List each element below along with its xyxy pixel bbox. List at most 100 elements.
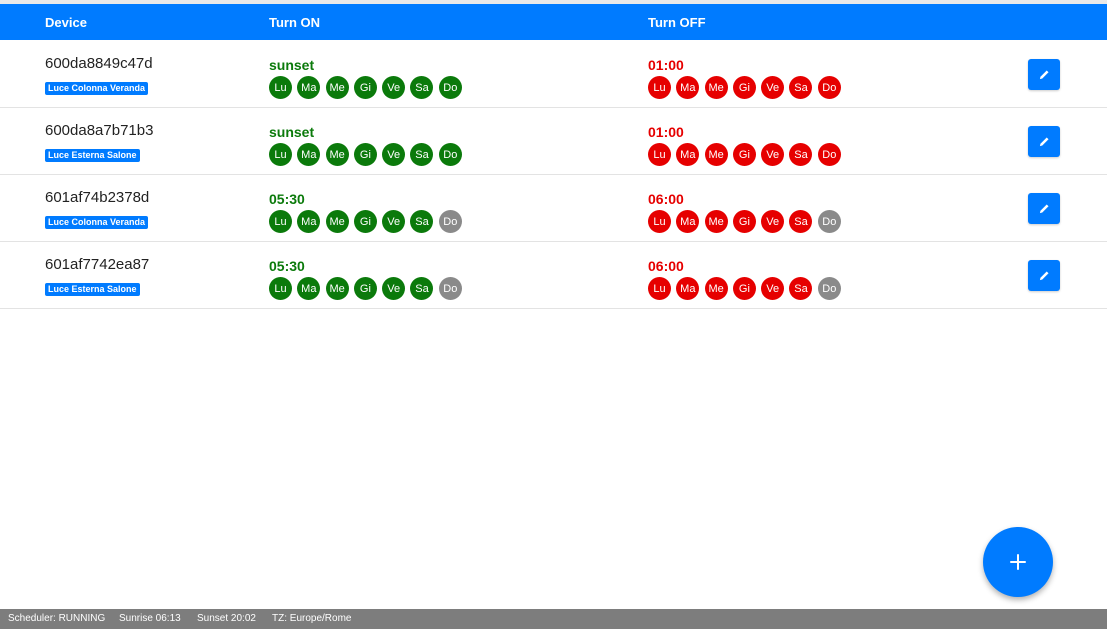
day-indicator: Ma — [676, 76, 700, 99]
turn-off-days: Lu Ma Me Gi Ve Sa Do — [648, 277, 846, 300]
day-indicator: Lu — [648, 277, 671, 300]
add-schedule-button[interactable] — [983, 527, 1053, 597]
day-indicator: Sa — [410, 143, 434, 166]
device-label-badge: Luce Esterna Salone — [45, 149, 140, 162]
turn-on-days: Lu Ma Me Gi Ve Sa Do — [269, 76, 467, 99]
turn-on-time: sunset — [269, 57, 315, 73]
table-header: Device Turn ON Turn OFF — [0, 4, 1107, 40]
day-indicator: Sa — [789, 277, 813, 300]
pencil-icon — [1039, 70, 1049, 80]
day-indicator: Lu — [269, 277, 292, 300]
day-indicator: Gi — [732, 277, 756, 300]
day-indicator: Lu — [269, 76, 292, 99]
edit-button[interactable] — [1028, 126, 1060, 157]
day-indicator: Ma — [676, 210, 700, 233]
day-indicator: Sa — [789, 76, 813, 99]
turn-on-days: Lu Ma Me Gi Ve Sa Do — [269, 277, 467, 300]
day-indicator: Ve — [382, 76, 406, 99]
turn-on-time: 05:30 — [269, 258, 305, 274]
device-label-badge: Luce Esterna Salone — [45, 283, 140, 296]
device-label-badge: Luce Colonna Veranda — [45, 216, 149, 229]
day-indicator: Ve — [382, 277, 406, 300]
header-turn-off: Turn OFF — [648, 15, 706, 30]
day-indicator: Sa — [410, 76, 434, 99]
day-indicator: Do — [438, 76, 462, 99]
day-indicator: Lu — [269, 143, 292, 166]
device-id: 601af7742ea87 — [45, 256, 150, 273]
day-indicator: Me — [704, 277, 728, 300]
day-indicator: Do — [438, 143, 462, 166]
table-row: 601af74b2378d Luce Colonna Veranda 05:30 Lu… — [0, 175, 1107, 242]
day-indicator: Ma — [297, 143, 321, 166]
day-indicator: Gi — [732, 143, 756, 166]
device-label-badge: Luce Colonna Veranda — [45, 82, 149, 95]
edit-button[interactable] — [1028, 193, 1060, 224]
day-indicator: Ve — [761, 143, 785, 166]
day-indicator: Gi — [353, 277, 377, 300]
device-id: 600da8a7b71b3 — [45, 122, 154, 139]
edit-button[interactable] — [1028, 260, 1060, 291]
day-indicator: Gi — [353, 76, 377, 99]
day-indicator: Me — [704, 143, 728, 166]
day-indicator: Sa — [410, 277, 434, 300]
day-indicator: Sa — [789, 143, 813, 166]
day-indicator: Ma — [676, 143, 700, 166]
pencil-icon — [1039, 137, 1049, 147]
turn-off-time: 01:00 — [648, 57, 684, 73]
day-indicator: Ma — [297, 76, 321, 99]
device-id: 600da8849c47d — [45, 55, 153, 72]
pencil-icon — [1039, 204, 1049, 214]
day-indicator: Me — [704, 210, 728, 233]
day-indicator: Do — [817, 210, 841, 233]
sunrise-time: Sunrise 06:13 — [119, 613, 181, 624]
day-indicator: Do — [438, 210, 462, 233]
sunset-time: Sunset 20:02 — [197, 613, 256, 624]
day-indicator: Ma — [297, 210, 321, 233]
turn-on-time: 05:30 — [269, 191, 305, 207]
day-indicator: Ve — [382, 210, 406, 233]
day-indicator: Ma — [297, 277, 321, 300]
scheduler-status: Scheduler: RUNNING — [8, 613, 106, 624]
device-id: 601af74b2378d — [45, 189, 150, 206]
turn-off-days: Lu Ma Me Gi Ve Sa Do — [648, 143, 846, 166]
day-indicator: Ve — [761, 277, 785, 300]
turn-off-time: 01:00 — [648, 124, 684, 140]
day-indicator: Ve — [761, 210, 785, 233]
day-indicator: Me — [704, 76, 728, 99]
pencil-icon — [1039, 271, 1049, 281]
turn-on-days: Lu Ma Me Gi Ve Sa Do — [269, 143, 467, 166]
day-indicator: Do — [817, 76, 841, 99]
day-indicator: Do — [438, 277, 462, 300]
day-indicator: Lu — [648, 143, 671, 166]
day-indicator: Me — [325, 277, 349, 300]
header-device: Device — [45, 15, 87, 30]
day-indicator: Gi — [353, 210, 377, 233]
table-row: 601af7742ea87 Luce Esterna Salone 05:30 Lu M… — [0, 242, 1107, 309]
day-indicator: Me — [325, 76, 349, 99]
day-indicator: Lu — [269, 210, 292, 233]
turn-off-days: Lu Ma Me Gi Ve Sa Do — [648, 210, 846, 233]
plus-icon — [1010, 554, 1026, 570]
day-indicator: Sa — [410, 210, 434, 233]
turn-off-time: 06:00 — [648, 258, 684, 274]
turn-on-time: sunset — [269, 124, 315, 140]
edit-button[interactable] — [1028, 59, 1060, 90]
header-turn-on: Turn ON — [269, 15, 321, 30]
turn-on-days: Lu Ma Me Gi Ve Sa Do — [269, 210, 467, 233]
timezone: TZ: Europe/Rome — [272, 613, 352, 624]
day-indicator: Lu — [648, 210, 671, 233]
table-row: 600da8849c47d Luce Colonna Veranda sunset L… — [0, 41, 1107, 108]
status-bar: Scheduler: RUNNING Sunrise 06:13 Sunset … — [0, 609, 1107, 629]
day-indicator: Gi — [353, 143, 377, 166]
table-row: 600da8a7b71b3 Luce Esterna Salone sunset Lu… — [0, 108, 1107, 175]
turn-off-days: Lu Ma Me Gi Ve Sa Do — [648, 76, 846, 99]
day-indicator: Gi — [732, 210, 756, 233]
day-indicator: Ve — [761, 76, 785, 99]
day-indicator: Me — [325, 143, 349, 166]
day-indicator: Ma — [676, 277, 700, 300]
day-indicator: Me — [325, 210, 349, 233]
turn-off-time: 06:00 — [648, 191, 684, 207]
day-indicator: Do — [817, 143, 841, 166]
day-indicator: Ve — [382, 143, 406, 166]
day-indicator: Do — [817, 277, 841, 300]
